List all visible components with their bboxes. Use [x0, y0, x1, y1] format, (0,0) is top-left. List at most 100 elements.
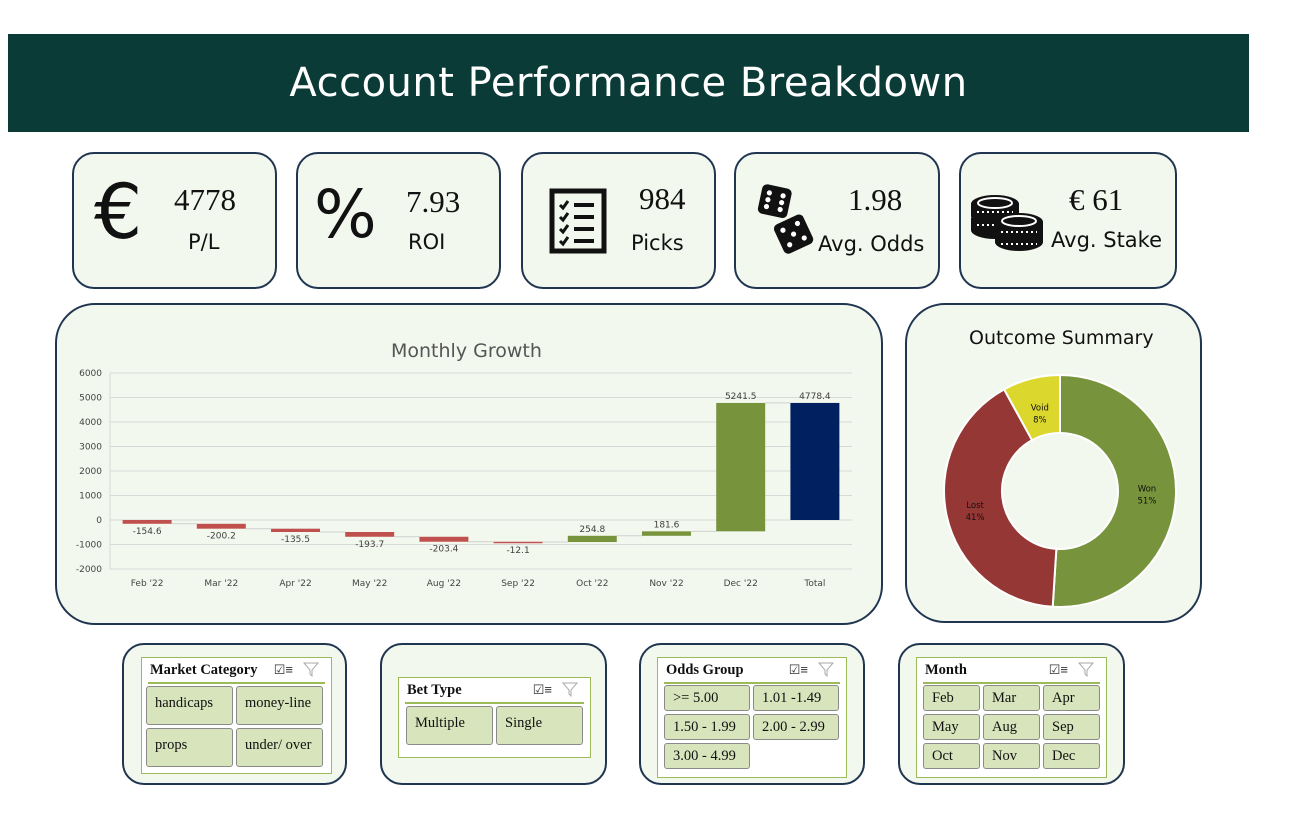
- multi-select-icon[interactable]: ☑≡: [274, 662, 293, 678]
- waterfall-bar: [122, 520, 172, 524]
- kpi-value: 7.93: [406, 184, 461, 219]
- slicer-item[interactable]: >= 5.00: [664, 685, 750, 711]
- data-label: 4778.4: [799, 392, 831, 402]
- slicer-card-market-category: Market Category ☑≡ handicaps money-line …: [122, 643, 347, 785]
- slicer-item[interactable]: Multiple: [406, 706, 493, 745]
- percent-icon: %: [314, 176, 377, 253]
- slicer-item[interactable]: 1.01 -1.49: [753, 685, 839, 711]
- waterfall-bar: [196, 523, 246, 529]
- slicer-item[interactable]: props: [146, 728, 233, 767]
- waterfall-bar: [419, 536, 469, 542]
- data-label: 254.8: [579, 525, 605, 535]
- y-tick-label: 0: [96, 516, 102, 526]
- slicer-item[interactable]: Apr: [1043, 685, 1100, 711]
- waterfall-bar: [567, 535, 617, 543]
- multi-select-icon[interactable]: ☑≡: [533, 682, 552, 698]
- euro-icon: €: [94, 167, 143, 256]
- data-label: -200.2: [207, 532, 236, 542]
- slicer-item[interactable]: Sep: [1043, 714, 1100, 740]
- checklist-icon: [549, 188, 607, 259]
- y-tick-label: 2000: [79, 467, 102, 477]
- y-tick-label: -1000: [76, 541, 102, 551]
- header-banner: Account Performance Breakdown: [8, 34, 1249, 132]
- slicer-odds-group: Odds Group ☑≡ >= 5.00 1.01 -1.49 1.50 - …: [657, 657, 847, 778]
- dice-icon: [754, 180, 820, 261]
- kpi-card-avg-odds: 1.98 Avg. Odds: [734, 152, 940, 289]
- waterfall-bar: [345, 532, 395, 537]
- kpi-label: ROI: [408, 230, 446, 254]
- x-tick-label: Total: [803, 579, 825, 589]
- y-tick-label: 3000: [79, 443, 102, 453]
- slicer-item[interactable]: Aug: [983, 714, 1040, 740]
- slicer-bet-type: Bet Type ☑≡ Multiple Single: [398, 677, 591, 758]
- waterfall-bar: [493, 541, 543, 544]
- data-label: 181.6: [654, 520, 680, 530]
- multi-select-icon[interactable]: ☑≡: [1049, 662, 1068, 678]
- slicer-item[interactable]: money-line: [236, 686, 323, 725]
- x-tick-label: Aug '22: [427, 579, 461, 589]
- x-tick-label: Oct '22: [576, 579, 608, 589]
- slicer-title: Month: [925, 662, 967, 678]
- kpi-label: Picks: [631, 231, 684, 255]
- clear-filter-icon[interactable]: [1077, 661, 1095, 682]
- kpi-value: 1.98: [848, 182, 903, 217]
- slicer-item[interactable]: 1.50 - 1.99: [664, 714, 750, 740]
- slicer-item[interactable]: 3.00 - 4.99: [664, 743, 750, 769]
- slicer-item[interactable]: Oct: [923, 743, 980, 769]
- x-tick-label: Apr '22: [279, 579, 311, 589]
- slicer-card-bet-type: Bet Type ☑≡ Multiple Single: [380, 643, 607, 785]
- multi-select-icon[interactable]: ☑≡: [789, 662, 808, 678]
- slice-percent-label: 41%: [966, 513, 985, 523]
- y-tick-label: 1000: [79, 492, 102, 502]
- clear-filter-icon[interactable]: [817, 661, 835, 682]
- monthly-growth-chart: 6000 5000 4000 3000 2000 1000 0 -1000 -2000 -154.…: [76, 369, 852, 589]
- slicer-item[interactable]: handicaps: [146, 686, 233, 725]
- slice-category-label: Won: [1138, 485, 1157, 495]
- kpi-card-pl: € 4778 P/L: [72, 152, 277, 289]
- slice-percent-label: 51%: [1138, 497, 1157, 507]
- x-tick-label: Feb '22: [131, 579, 164, 589]
- donut-slice-won: [1051, 373, 1177, 608]
- waterfall-bar: [271, 528, 320, 533]
- slice-category-label: Void: [1031, 404, 1049, 414]
- kpi-card-roi: % 7.93 ROI: [296, 152, 501, 289]
- slicer-item[interactable]: 2.00 - 2.99: [753, 714, 839, 740]
- kpi-card-avg-stake: € 61 Avg. Stake: [959, 152, 1177, 289]
- slicer-item[interactable]: under/ over: [236, 728, 323, 767]
- outcome-summary-chart: Won 51% Lost 41% Void 8%: [943, 373, 1177, 608]
- kpi-label: P/L: [188, 230, 220, 254]
- y-tick-label: 5000: [79, 394, 102, 404]
- slicer-item[interactable]: Single: [496, 706, 583, 745]
- slicer-item[interactable]: May: [923, 714, 980, 740]
- coins-icon: [969, 192, 1045, 259]
- monthly-growth-card: Monthly Growth 6000 5000 4000 3000 2000 1000 0…: [55, 303, 883, 625]
- y-tick-label: 4000: [79, 418, 102, 428]
- waterfall-bar: [642, 531, 691, 536]
- slicer-item[interactable]: Nov: [983, 743, 1040, 769]
- x-tick-label: Nov '22: [649, 579, 683, 589]
- y-tick-label: 6000: [79, 369, 102, 379]
- slicer-month: Month ☑≡ Feb Mar Apr May Aug Sep Oct Nov…: [916, 657, 1107, 778]
- waterfall-bar: [790, 402, 840, 520]
- slicer-card-odds-group: Odds Group ☑≡ >= 5.00 1.01 -1.49 1.50 - …: [639, 643, 865, 785]
- data-label: 5241.5: [725, 392, 757, 402]
- slicer-title: Bet Type: [407, 682, 462, 698]
- slicer-card-month: Month ☑≡ Feb Mar Apr May Aug Sep Oct Nov…: [898, 643, 1125, 785]
- slice-category-label: Lost: [966, 501, 984, 511]
- page-title: Account Performance Breakdown: [289, 60, 968, 106]
- slicer-item[interactable]: Feb: [923, 685, 980, 711]
- slicer-title: Odds Group: [666, 662, 744, 678]
- data-label: -154.6: [133, 527, 162, 537]
- slicer-item[interactable]: Dec: [1043, 743, 1100, 769]
- slicer-title: Market Category: [150, 662, 258, 678]
- clear-filter-icon[interactable]: [561, 681, 579, 702]
- slice-percent-label: 8%: [1033, 416, 1047, 426]
- kpi-value: 984: [639, 181, 686, 216]
- data-label: -203.4: [429, 545, 458, 555]
- clear-filter-icon[interactable]: [302, 661, 320, 682]
- data-label: -12.1: [506, 546, 529, 556]
- kpi-card-picks: 984 Picks: [521, 152, 716, 289]
- slicer-item[interactable]: Mar: [983, 685, 1040, 711]
- outcome-summary-card: Outcome Summary Won 51% Lost 41% Void 8%: [905, 303, 1202, 623]
- kpi-value: 4778: [174, 182, 236, 217]
